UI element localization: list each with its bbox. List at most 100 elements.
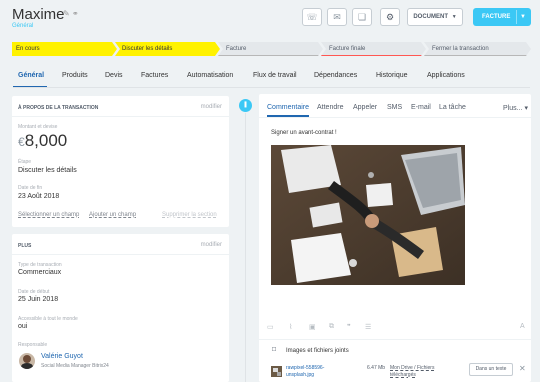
tab-factures[interactable]: Factures — [141, 72, 168, 79]
file-name-line2: unsplash.jpg — [286, 372, 315, 378]
currency-symbol: € — [18, 135, 25, 149]
stage-label: Facture finale — [329, 46, 366, 52]
tab-attendre[interactable]: Attendre — [317, 104, 343, 111]
font-icon[interactable]: A — [520, 323, 525, 330]
start-date-value: 25 Juin 2018 — [18, 296, 59, 303]
tab-plus[interactable]: Plus... ▾ — [503, 104, 528, 112]
paperclip-icon[interactable]: ⌇ — [289, 323, 292, 331]
stage-discuter[interactable]: Discuter les détails — [115, 42, 220, 56]
timeline-line — [245, 113, 246, 382]
delete-section-link[interactable]: Supprimer la section — [162, 212, 217, 218]
start-date-label: Date de début — [18, 289, 50, 295]
page-title: Maxime — [12, 6, 65, 23]
tab-email[interactable]: E-mail — [411, 104, 431, 111]
copy-icon[interactable]: ⧉ — [329, 323, 334, 331]
stage-facture[interactable]: Facture — [218, 42, 323, 56]
facture-button[interactable]: FACTURE ▼ — [473, 8, 531, 26]
attachments-title: Images et fichiers joints — [286, 348, 349, 354]
tab-dependances[interactable]: Dépendances — [314, 72, 357, 79]
amount-label: Montant et devise — [18, 124, 58, 130]
chevron-down-icon: ▼ — [451, 14, 457, 20]
layout-icon[interactable]: ☰ — [365, 323, 371, 331]
chat-icon: ❏ — [357, 12, 367, 22]
stage-facture-finale[interactable]: Facture finale — [321, 42, 426, 56]
end-date-value: 23 Août 2018 — [18, 193, 60, 200]
avatar[interactable] — [19, 353, 35, 369]
document-label: DOCUMENT — [413, 14, 449, 20]
tab-devis[interactable]: Devis — [105, 72, 123, 79]
file-name[interactable]: rawpixel-558596- unsplash.jpg — [286, 365, 324, 379]
add-field-link[interactable]: Ajouter un champ — [89, 212, 136, 218]
link-icon[interactable]: ⚭ — [72, 9, 79, 18]
settings-button[interactable]: ⚙ — [380, 8, 400, 26]
mail-icon: ✉ — [333, 12, 341, 22]
modify-link[interactable]: modifier — [201, 242, 222, 248]
card-title: PLUS — [18, 243, 32, 249]
responsible-label: Responsable — [18, 342, 48, 348]
file-path[interactable]: Mon Drive / Fichiers téléchargés — [390, 365, 434, 379]
responsible-name[interactable]: Valérie Guyot — [41, 353, 83, 360]
tab-produits[interactable]: Produits — [62, 72, 88, 79]
insert-in-text-button[interactable]: Dans un texte — [469, 363, 513, 376]
photo-illustration — [271, 145, 465, 285]
access-value: oui — [18, 323, 28, 330]
document-button[interactable]: DOCUMENT ▼ — [407, 8, 463, 26]
chevron-down-icon: ▾ — [524, 105, 528, 112]
amount-number: 8,000 — [24, 131, 68, 150]
stage-label: Fermer la transaction — [432, 46, 489, 52]
comment-bubble-icon: ❚ — [239, 99, 252, 112]
tab-tache[interactable]: La tâche — [439, 104, 466, 111]
select-field-link[interactable]: Sélectionner un champ — [18, 212, 79, 218]
modify-link[interactable]: modifier — [201, 104, 222, 110]
gear-icon: ⚙ — [385, 12, 395, 22]
chat-button[interactable]: ❏ — [352, 8, 372, 26]
type-label: Type de transaction — [18, 262, 62, 268]
stage-label: Étape — [18, 159, 32, 165]
chevron-down-icon[interactable]: ▼ — [520, 8, 526, 26]
responsible-role: Social Media Manager Bitrix24 — [41, 363, 109, 369]
quote-icon[interactable]: ❞ — [347, 323, 351, 331]
tab-general[interactable]: Général — [18, 72, 44, 79]
video-icon[interactable]: ▭ — [267, 323, 274, 331]
divider — [12, 254, 229, 255]
phone-icon: ☏ — [306, 12, 318, 22]
category-link[interactable]: Général — [12, 23, 33, 29]
tab-flux-de-travail[interactable]: Flux de travail — [253, 72, 297, 79]
plus-label: Plus... — [503, 105, 523, 112]
stage-label: Discuter les détails — [122, 46, 173, 52]
tab-automatisation[interactable]: Automatisation — [187, 72, 233, 79]
mail-button[interactable]: ✉ — [327, 8, 347, 26]
comment-text[interactable]: Signer un avant-contrat ! — [271, 130, 337, 136]
file-thumbnail[interactable] — [271, 366, 282, 377]
stage-label: En cours — [16, 46, 40, 52]
tabs-divider — [259, 117, 531, 118]
page-header: Maxime ✎ ⚭ Général ☏ ✉ ❏ ⚙ DOCUMENT ▼ FA… — [0, 0, 540, 40]
tab-appeler[interactable]: Appeler — [353, 104, 377, 111]
tab-commentaire[interactable]: Commentaire — [267, 104, 309, 111]
amount-value: €8,000 — [18, 131, 67, 151]
tab-applications[interactable]: Applications — [427, 72, 465, 79]
tabs-divider — [13, 87, 530, 88]
divider — [12, 116, 229, 117]
button-divider — [516, 10, 517, 24]
pencil-icon[interactable]: ✎ — [63, 9, 70, 18]
facture-label: FACTURE — [482, 14, 511, 20]
stage-label: Facture — [226, 46, 247, 52]
folder-icon[interactable]: ▣ — [309, 323, 316, 331]
card-title: À PROPOS DE LA TRANSACTION — [18, 105, 99, 111]
tab-historique[interactable]: Historique — [376, 72, 408, 79]
file-size: 6.47 Mb — [367, 365, 386, 371]
attached-photo — [271, 145, 465, 285]
stage-en-cours[interactable]: En cours — [12, 42, 117, 56]
stage-fermer[interactable]: Fermer la transaction — [424, 42, 531, 56]
file-name-line1: rawpixel-558596- — [286, 365, 325, 371]
phone-button[interactable]: ☏ — [302, 8, 322, 26]
plus-card: PLUS modifier Type de transaction Commer… — [12, 234, 229, 382]
stage-value: Discuter les détails — [18, 167, 77, 174]
camera-icon: ◘ — [272, 346, 277, 353]
divider — [259, 339, 531, 340]
end-date-label: Date de fin — [18, 185, 43, 191]
about-card: À PROPOS DE LA TRANSACTION modifier Mont… — [12, 96, 229, 227]
close-icon[interactable]: ✕ — [519, 364, 526, 373]
tab-sms[interactable]: SMS — [387, 104, 402, 111]
